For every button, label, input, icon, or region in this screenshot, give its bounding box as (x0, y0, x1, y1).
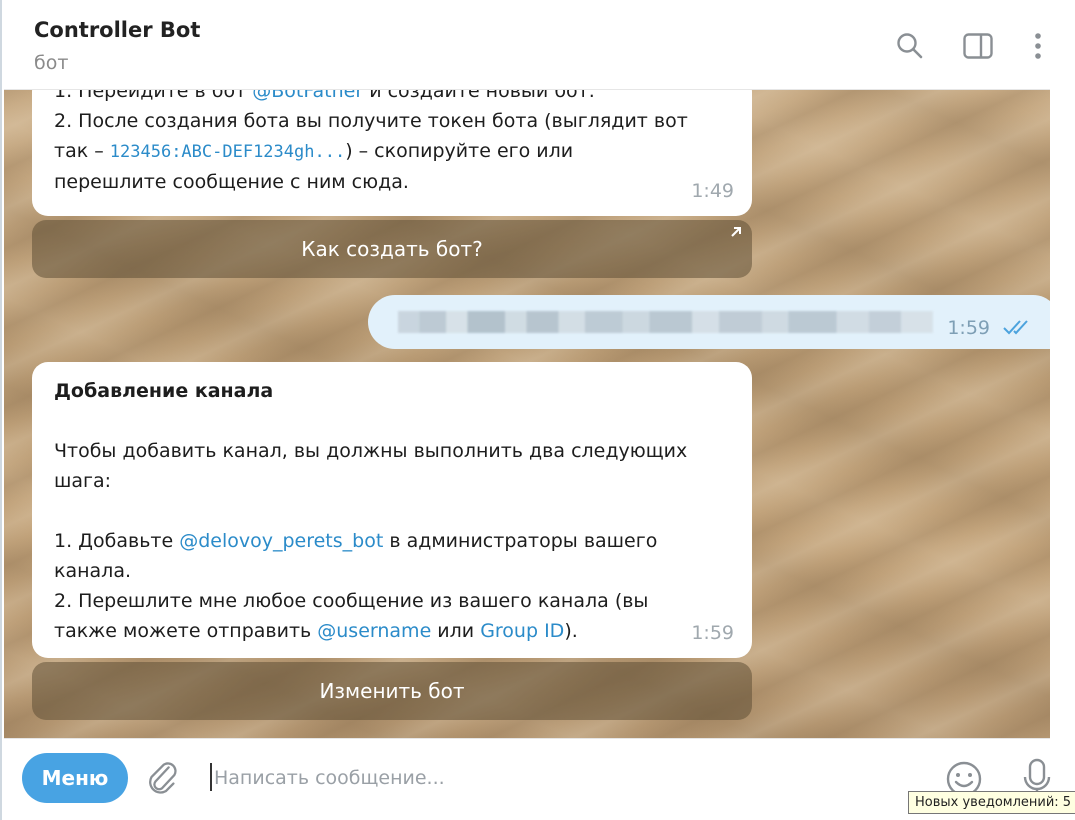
message-heading: Добавление канала (54, 380, 274, 402)
group-id-link[interactable]: Group ID (480, 620, 564, 642)
notifications-tooltip: Новых уведомлений: 5 (908, 791, 1075, 814)
external-link-icon (730, 226, 742, 242)
username-link[interactable]: @username (317, 620, 431, 642)
search-icon[interactable] (894, 30, 926, 62)
message-line: перешлите сообщение с ним сюда. (54, 171, 409, 193)
message-time: 1:59 (947, 317, 990, 339)
message-time: 1:49 (691, 180, 734, 202)
composer-bar: Меню (4, 738, 1051, 820)
chat-title[interactable]: Controller Bot (34, 18, 200, 42)
text-caret (210, 763, 212, 791)
message-line: 1. Добавьте @delovoy_perets_bot в админи… (54, 530, 658, 552)
scrollbar[interactable] (1050, 0, 1075, 820)
blurred-content (398, 311, 933, 333)
telegram-window: Controller Bot бот 1. Перейдите в бот @B… (0, 0, 1075, 820)
message-input[interactable] (214, 761, 914, 795)
chat-header: Controller Bot бот (4, 0, 1050, 90)
incoming-message: 1. Перейдите в бот @BotFather и создайте… (32, 90, 752, 216)
paperclip-icon[interactable] (146, 759, 184, 799)
mention-link[interactable]: @delovoy_perets_bot (179, 530, 383, 552)
incoming-message: Добавление канала Чтобы добавить канал, … (32, 362, 752, 658)
message-line: 1. Перейдите в бот @BotFather и создайте… (54, 90, 730, 106)
message-line: 2. После создания бота вы получите токен… (54, 110, 688, 132)
mention-link[interactable]: @BotFather (252, 90, 363, 102)
message-line: канала. (54, 560, 132, 582)
message-line: 2. Перешлите мне любое сообщение из ваше… (54, 590, 649, 612)
outgoing-message: 1:59 (368, 295, 1050, 349)
token-code[interactable]: 123456:ABC-DEF1234gh... (110, 142, 345, 162)
message-line: Чтобы добавить канал, вы должны выполнит… (54, 440, 688, 462)
message-line: также можете отправить @username или Gro… (54, 620, 578, 642)
read-checkmarks-icon (1002, 319, 1034, 335)
button-label: Как создать бот? (301, 237, 483, 261)
sidebar-toggle-icon[interactable] (962, 30, 994, 62)
message-time: 1:59 (691, 622, 734, 644)
button-label: Изменить бот (319, 679, 465, 703)
menu-button[interactable]: Меню (22, 753, 128, 803)
message-line: шага: (54, 470, 112, 492)
how-to-create-bot-button[interactable]: Как создать бот? (32, 220, 752, 278)
chat-subtitle: бот (34, 52, 69, 74)
more-vertical-icon[interactable] (1022, 30, 1054, 62)
chat-area[interactable]: 1. Перейдите в бот @BotFather и создайте… (4, 90, 1050, 738)
change-bot-button[interactable]: Изменить бот (32, 662, 752, 720)
message-line: так – 123456:ABC-DEF1234gh...) – скопиру… (54, 140, 574, 162)
